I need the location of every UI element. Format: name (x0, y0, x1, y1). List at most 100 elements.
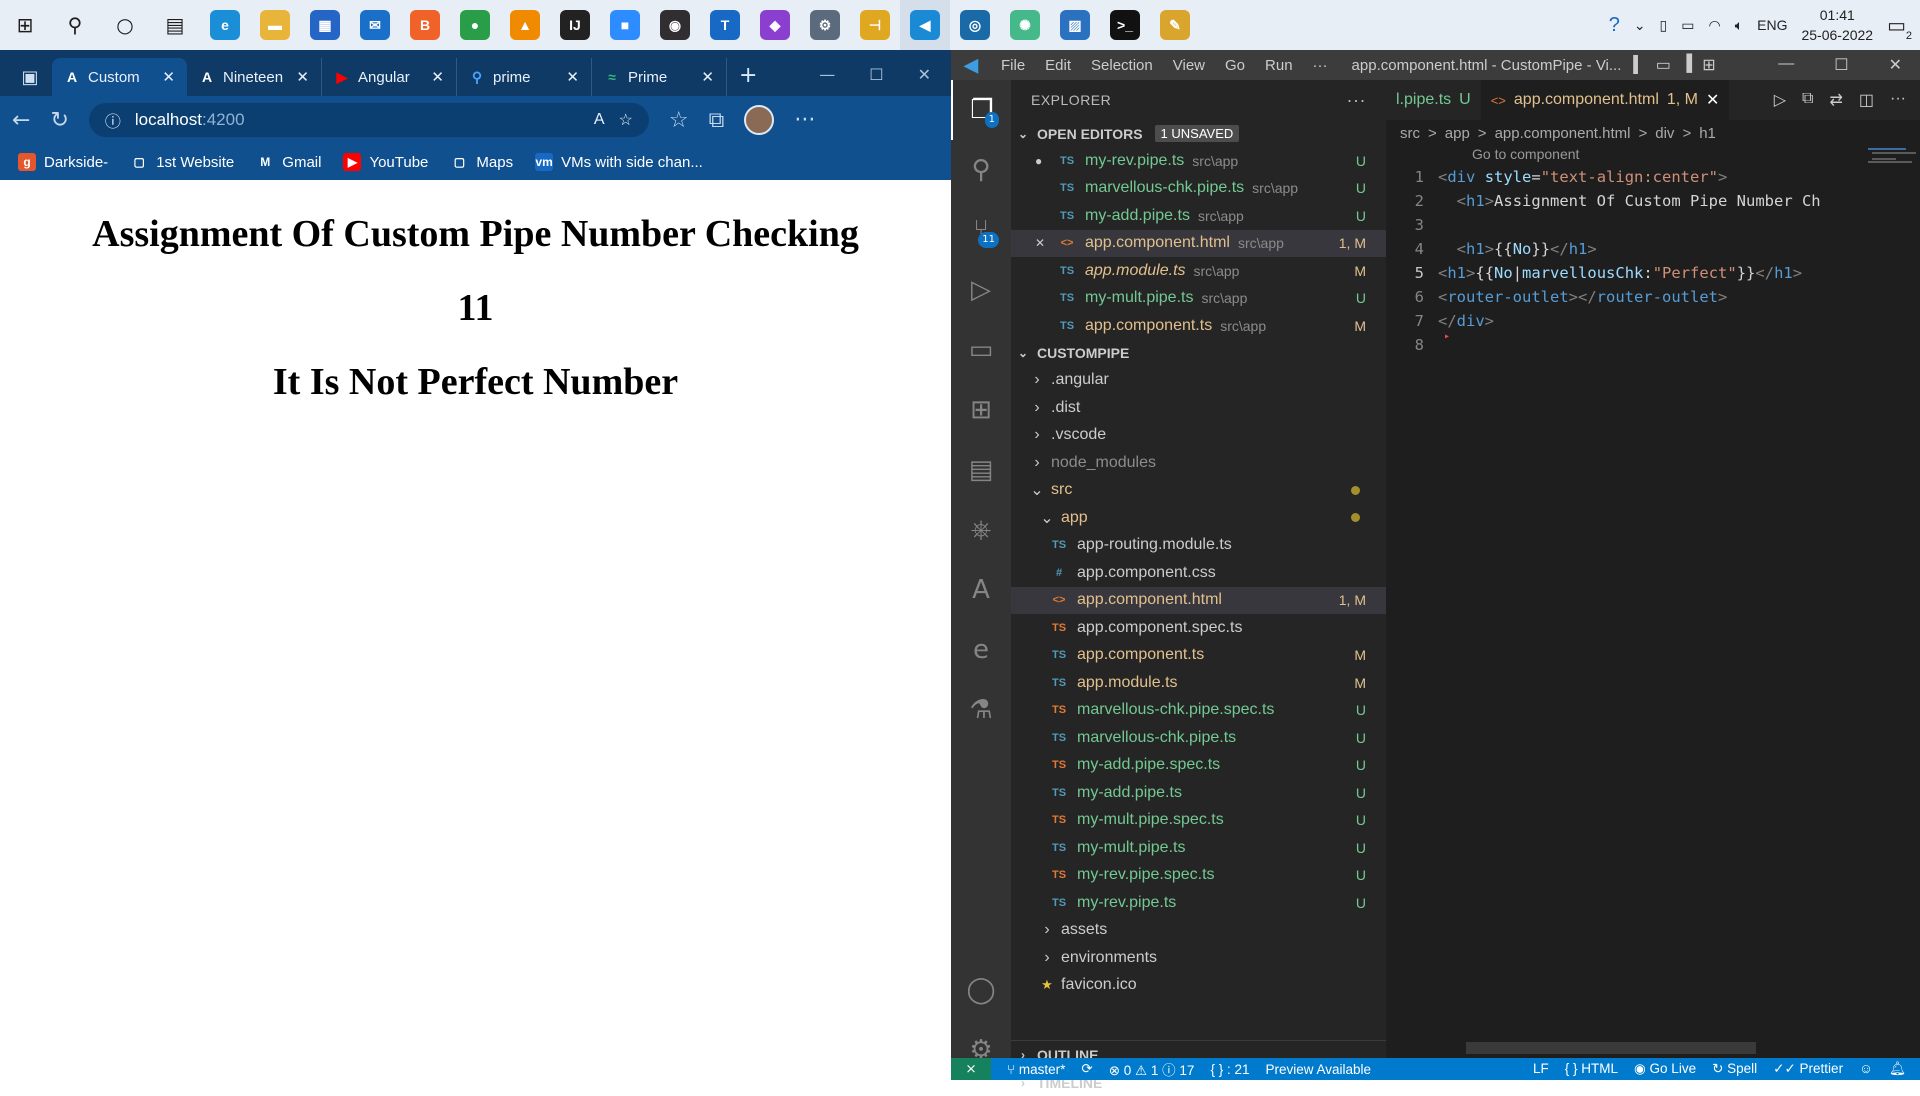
address-bar[interactable]: ⓘ localhost:4200 A ☆ (88, 103, 649, 137)
minimize-icon[interactable]: — (819, 65, 835, 84)
favorites-icon[interactable]: ☆ (669, 108, 689, 133)
bookmark-item[interactable]: ▢ Maps (450, 153, 513, 171)
bell-icon[interactable]: 🔔︎ (1889, 1061, 1906, 1077)
breadcrumb-item[interactable]: app.component.html (1495, 125, 1631, 142)
accounts-activity[interactable]: ◯ (951, 960, 1011, 1020)
file-item[interactable]: <> app.component.html 1, M (1011, 586, 1386, 614)
file-item[interactable]: TS my-rev.pipe.ts U (1011, 889, 1386, 917)
prettier-button[interactable]: ✓✓ Prettier (1773, 1061, 1843, 1077)
chrome-taskbar-button[interactable]: ● (450, 0, 500, 50)
codelens-go-to-component[interactable]: Go to component (1386, 146, 1920, 165)
bookmark-item[interactable]: vm VMs with side chan... (535, 153, 703, 171)
preview-status[interactable]: Preview Available (1265, 1062, 1371, 1077)
teams-taskbar-button[interactable]: T (700, 0, 750, 50)
run-debug-activity[interactable]: ▷ (951, 260, 1011, 320)
photos-taskbar-button[interactable]: ▨ (1050, 0, 1100, 50)
file-item[interactable]: TS my-add.pipe.spec.ts U (1011, 752, 1386, 780)
breadcrumb-item[interactable]: h1 (1699, 125, 1716, 142)
menu-item[interactable]: Run (1265, 57, 1293, 74)
maximize-icon[interactable]: ☐ (1834, 55, 1848, 75)
volume-icon[interactable]: 🔈︎ (1735, 17, 1743, 34)
add-favorite-icon[interactable]: ☆ (619, 110, 633, 130)
file-item[interactable]: TS app.component.ts M (1011, 642, 1386, 670)
toggle-sidebar-icon[interactable]: ▍ (1633, 55, 1645, 75)
browser-tab[interactable]: ▶ Angular ✕ (322, 58, 457, 96)
windows-start-taskbar-button[interactable]: ⊞ (0, 0, 50, 50)
file-item[interactable]: TS my-mult.pipe.ts U (1011, 834, 1386, 862)
go-live-button[interactable]: ◉ Go Live (1634, 1061, 1696, 1077)
phone-link-icon[interactable]: ▯ (1660, 17, 1668, 34)
open-editor-item[interactable]: TS app.module.ts src\app M (1011, 257, 1386, 285)
read-aloud-icon[interactable]: A (594, 111, 605, 129)
help-icon[interactable]: ? (1609, 14, 1620, 37)
menu-item[interactable]: Selection (1091, 57, 1153, 74)
explorer-activity[interactable]: ❐ 1 (951, 80, 1011, 140)
file-item[interactable]: TS app.component.spec.ts (1011, 614, 1386, 642)
customize-layout-icon[interactable]: ⊞ (1702, 55, 1715, 75)
bookmark-item[interactable]: ▢ 1st Website (130, 153, 235, 171)
minimize-icon[interactable]: — (1778, 55, 1794, 75)
back-icon[interactable]: ← (12, 108, 30, 133)
editor-tab[interactable]: <> app.component.html 1, M ✕ (1480, 80, 1730, 120)
brave-taskbar-button[interactable]: B (400, 0, 450, 50)
folder-item[interactable]: › .angular (1011, 367, 1386, 395)
open-preview-icon[interactable]: ⧉ (1802, 90, 1813, 110)
file-item[interactable]: TS my-add.pipe.ts U (1011, 779, 1386, 807)
close-icon[interactable]: ✕ (1035, 236, 1057, 250)
open-editor-item[interactable]: TS marvellous-chk.pipe.ts src\app U (1011, 175, 1386, 203)
split-editor-icon[interactable]: ◫ (1859, 90, 1874, 110)
breadcrumb-item[interactable]: app (1445, 125, 1470, 142)
info-icon[interactable]: ⓘ (105, 108, 121, 132)
open-editor-item[interactable]: TS my-mult.pipe.ts src\app U (1011, 285, 1386, 313)
browser-tab[interactable]: A Nineteen ✕ (187, 58, 322, 96)
bookmark-item[interactable]: M Gmail (256, 153, 321, 171)
testing-activity[interactable]: ⚗ (951, 680, 1011, 740)
sync-icon[interactable]: ⟳ (1081, 1061, 1092, 1077)
mail-taskbar-button[interactable]: ✉ (350, 0, 400, 50)
kubernetes-activity[interactable]: ⎈ (951, 500, 1011, 560)
minimap[interactable] (1864, 146, 1920, 186)
folder-item[interactable]: ⌄ src (1011, 477, 1386, 505)
vlc-taskbar-button[interactable]: ▲ (500, 0, 550, 50)
run-icon[interactable]: ▷ (1774, 90, 1786, 110)
editor-tab[interactable]: l.pipe.ts U (1386, 80, 1481, 120)
new-tab-button[interactable]: + (727, 63, 769, 96)
file-item[interactable]: TS my-rev.pipe.spec.ts U (1011, 862, 1386, 890)
open-editor-item[interactable]: ● TS my-rev.pipe.ts src\app U (1011, 147, 1386, 175)
file-item[interactable]: ★ favicon.ico (1011, 972, 1386, 1000)
tab-close-icon[interactable]: ✕ (566, 68, 579, 86)
clock[interactable]: 01:41 25-06-2022 (1801, 5, 1873, 45)
notification-icon[interactable]: ▭ 2 (1887, 13, 1912, 42)
browser-tab[interactable]: A Custom ✕ (52, 58, 187, 96)
extensions-activity[interactable]: ⊞ (951, 380, 1011, 440)
folder-item[interactable]: › environments (1011, 944, 1386, 972)
docker-activity[interactable]: ▤ (951, 440, 1011, 500)
horizontal-scrollbar[interactable] (1466, 1042, 1756, 1054)
search-activity[interactable]: ⚲ (951, 140, 1011, 200)
refresh-icon[interactable]: ↻ (50, 108, 68, 133)
battery-icon[interactable]: ▭ (1681, 17, 1694, 34)
language-mode[interactable]: { } HTML (1565, 1061, 1618, 1077)
remote-indicator[interactable]: ⨯ (951, 1058, 991, 1080)
task-view-taskbar-button[interactable]: ▤ (150, 0, 200, 50)
tab-close-icon[interactable]: ✕ (162, 68, 175, 86)
more-actions-icon[interactable]: ··· (1347, 90, 1366, 111)
project-section[interactable]: ⌄ CUSTOMPIPE (1011, 340, 1386, 367)
breadcrumb-item[interactable]: div (1655, 125, 1674, 142)
tab-close-icon[interactable]: ✕ (431, 68, 444, 86)
close-icon[interactable]: ✕ (918, 65, 931, 84)
remote-explorer-activity[interactable]: ▭ (951, 320, 1011, 380)
menu-item[interactable]: File (1001, 57, 1025, 74)
file-item[interactable]: TS marvellous-chk.pipe.spec.ts U (1011, 697, 1386, 725)
wifi-icon[interactable]: ◠ (1709, 17, 1721, 34)
folder-item[interactable]: › .dist (1011, 394, 1386, 422)
source-control-activity[interactable]: ⑂ 11 (951, 200, 1011, 260)
close-icon[interactable]: ✕ (1889, 55, 1902, 75)
open-editor-item[interactable]: ✕ <> app.component.html src\app 1, M (1011, 229, 1386, 257)
maximize-icon[interactable]: ☐ (869, 65, 883, 84)
avatar[interactable] (744, 105, 775, 135)
eol-indicator[interactable]: LF (1533, 1061, 1549, 1077)
bookmark-item[interactable]: ▶ YouTube (343, 153, 428, 171)
menu-item[interactable]: Go (1225, 57, 1245, 74)
toggle-secondary-sidebar-icon[interactable]: ▐ (1681, 55, 1692, 75)
